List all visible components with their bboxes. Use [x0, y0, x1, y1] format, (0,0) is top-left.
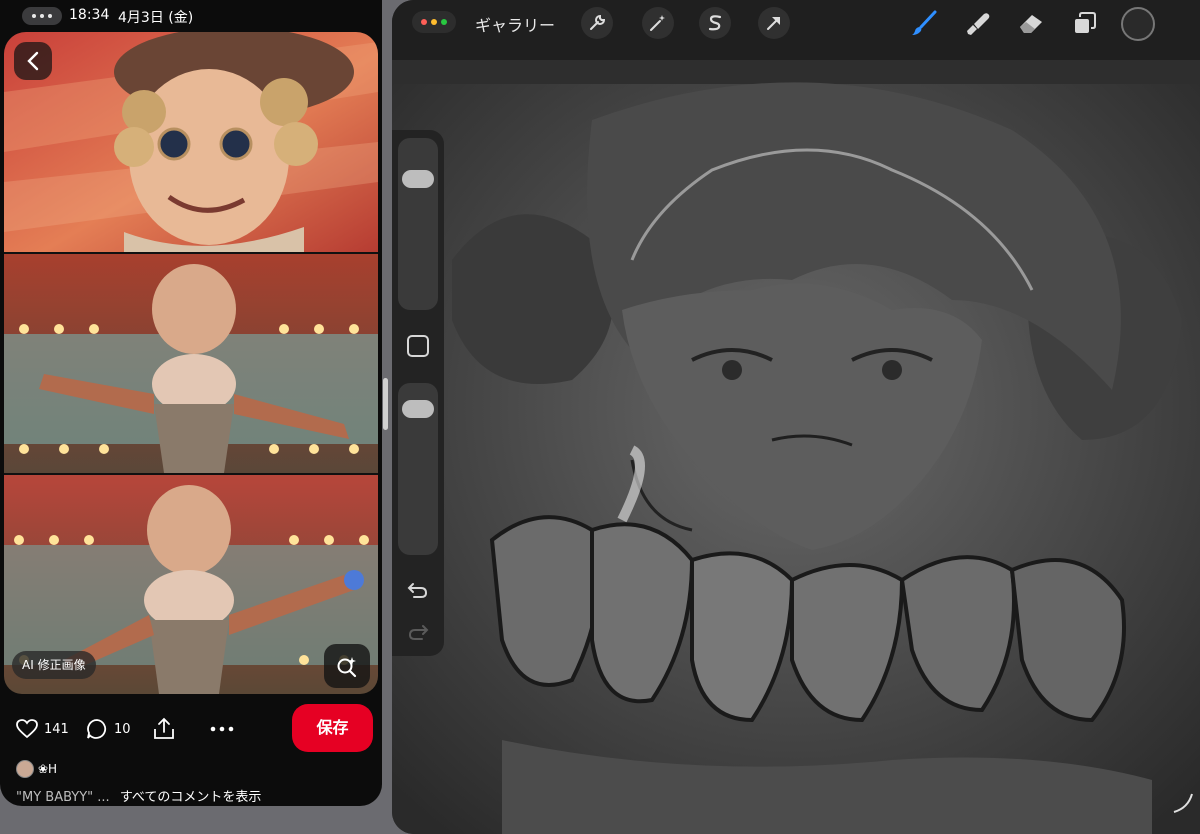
- like-count: 141: [44, 721, 69, 737]
- magic-wand-icon: [650, 15, 665, 31]
- chevron-left-icon: [27, 51, 39, 71]
- layers-button[interactable]: [1070, 8, 1100, 38]
- opacity-knob[interactable]: [402, 400, 434, 419]
- drawing-canvas[interactable]: [392, 60, 1200, 834]
- eraser-icon: [1020, 15, 1042, 33]
- view-all-comments-link[interactable]: すべてのコメントを表示: [120, 790, 262, 805]
- transform-arrow-icon: [767, 17, 780, 30]
- brush-tool-button[interactable]: [909, 8, 939, 38]
- adjustments-button[interactable]: [642, 7, 674, 39]
- like-button[interactable]: 141: [16, 716, 69, 742]
- heart-icon: [16, 719, 38, 739]
- modify-button[interactable]: [407, 335, 429, 357]
- sidebar-brush-controls: [392, 130, 444, 656]
- selection-button[interactable]: [699, 7, 731, 39]
- save-button[interactable]: 保存: [292, 704, 373, 752]
- smudge-tool-button[interactable]: [964, 8, 994, 38]
- caption-quote: "MY BABYY" ...: [16, 790, 110, 805]
- split-view-handle[interactable]: [383, 378, 388, 430]
- smudge-icon: [967, 13, 990, 35]
- window-controls[interactable]: [412, 11, 456, 33]
- share-button[interactable]: [153, 716, 175, 742]
- color-picker-button[interactable]: [1121, 7, 1155, 41]
- ellipsis-icon: [210, 726, 234, 732]
- brush-icon: [912, 10, 937, 35]
- comment-count: 10: [114, 721, 131, 737]
- visual-search-button[interactable]: [324, 644, 370, 688]
- pin-image-panel-1: [4, 32, 378, 252]
- status-date: 4月3日 (金): [118, 10, 194, 26]
- gallery-button[interactable]: ギャラリー: [475, 12, 555, 36]
- selection-icon: [708, 15, 722, 31]
- procreate-toolbar: ギャラリー: [392, 0, 1200, 46]
- more-options-button[interactable]: [210, 716, 234, 742]
- transform-button[interactable]: [758, 7, 790, 39]
- avatar: [16, 760, 34, 778]
- multitask-handle[interactable]: [22, 7, 62, 25]
- opacity-slider[interactable]: [398, 383, 438, 555]
- status-bar: 18:34 4月3日 (金): [0, 0, 382, 32]
- undo-icon[interactable]: [406, 580, 430, 600]
- wrench-icon: [590, 14, 606, 30]
- comment-button[interactable]: 10: [86, 716, 131, 742]
- pin-image[interactable]: AI 修正画像: [4, 32, 378, 694]
- pin-author[interactable]: ❀H: [16, 760, 57, 778]
- share-icon: [154, 717, 174, 739]
- layers-icon: [1075, 12, 1096, 33]
- pin-image-panel-2: [4, 254, 378, 473]
- procreate-canvas-window: ギャラリー: [392, 0, 1200, 834]
- brush-size-slider[interactable]: [398, 138, 438, 310]
- eraser-tool-button[interactable]: [1016, 8, 1046, 38]
- brush-size-knob[interactable]: [402, 169, 434, 188]
- lens-search-icon: [337, 657, 357, 678]
- pin-caption: "MY BABYY" ... すべてのコメントを表示: [16, 786, 261, 805]
- status-time: 18:34: [69, 7, 110, 23]
- redo-icon[interactable]: [406, 622, 430, 642]
- pinterest-pin-panel: 18:34 4月3日 (金) AI 修正画像 141 10 保存 ❀H "MY …: [0, 0, 382, 806]
- actions-button[interactable]: [581, 7, 613, 39]
- author-name: ❀H: [38, 762, 58, 776]
- ai-edited-badge: AI 修正画像: [12, 651, 96, 679]
- back-button[interactable]: [14, 42, 52, 80]
- comment-bubble-icon: [87, 719, 107, 739]
